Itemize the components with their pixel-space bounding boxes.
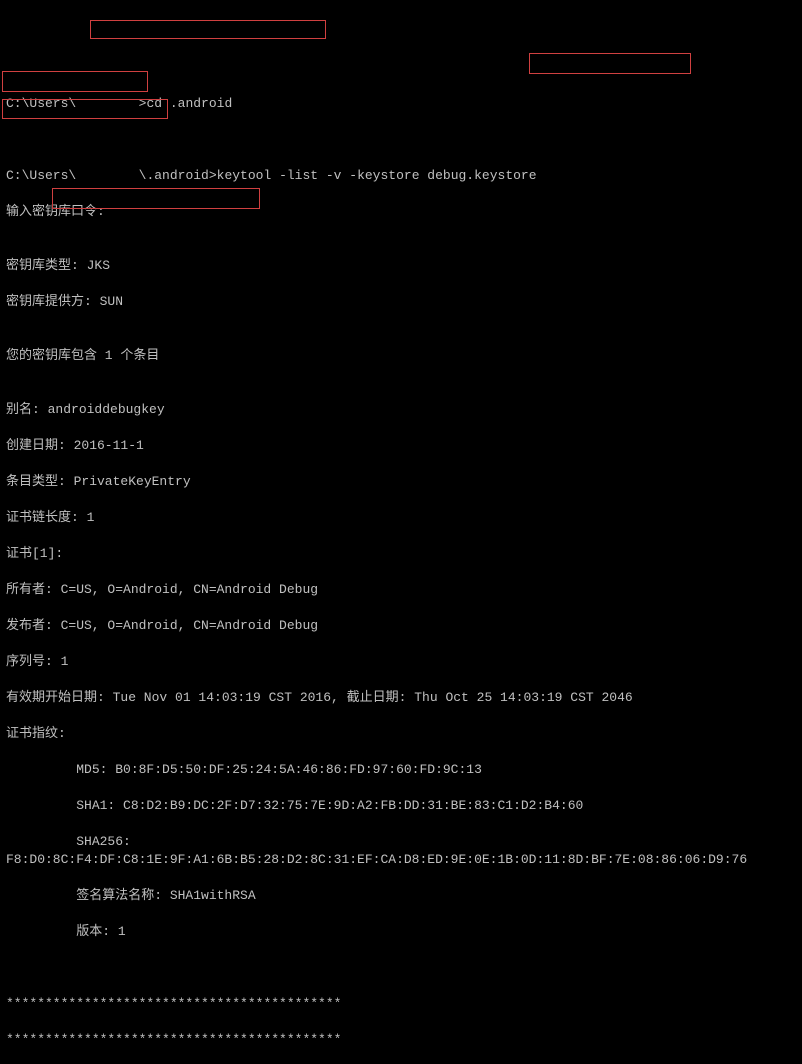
blank-line	[6, 131, 796, 149]
redacted-user	[76, 96, 138, 111]
keystore-type: 密钥库类型: JKS	[6, 257, 796, 275]
prompt-path: C:\Users\	[6, 96, 76, 111]
serial-number: 序列号: 1	[6, 653, 796, 671]
sha1-fingerprint: SHA1: C8:D2:B9:DC:2F:D7:32:75:7E:9D:A2:F…	[6, 797, 796, 815]
terminal-output: C:\Users\ >cd .android C:\Users\ \.andro…	[0, 72, 802, 1064]
prompt-path: C:\Users\	[6, 168, 76, 183]
cmd-line-2: C:\Users\ \.android>keytool -list -v -ke…	[6, 167, 796, 185]
certificate-index: 证书[1]:	[6, 545, 796, 563]
cmd-line-1: C:\Users\ >cd .android	[6, 95, 796, 113]
prompt-android: \.android>	[139, 168, 217, 183]
creation-date: 创建日期: 2016-11-1	[6, 437, 796, 455]
md5-fingerprint: MD5: B0:8F:D5:50:DF:25:24:5A:46:86:FD:97…	[6, 761, 796, 779]
entry-type: 条目类型: PrivateKeyEntry	[6, 473, 796, 491]
enter-password-prompt: 输入密钥库口令:	[6, 203, 796, 221]
validity-period: 有效期开始日期: Tue Nov 01 14:03:19 CST 2016, 截…	[6, 689, 796, 707]
cert-chain-length: 证书链长度: 1	[6, 509, 796, 527]
version: 版本: 1	[6, 923, 796, 941]
alias-line: 别名: androiddebugkey	[6, 401, 796, 419]
owner: 所有者: C=US, O=Android, CN=Android Debug	[6, 581, 796, 599]
separator-stars: ****************************************…	[6, 995, 796, 1013]
highlight-box	[90, 20, 326, 39]
signature-algorithm: 签名算法名称: SHA1withRSA	[6, 887, 796, 905]
keystore-entries: 您的密钥库包含 1 个条目	[6, 347, 796, 365]
redacted-user	[76, 168, 138, 183]
keystore-provider: 密钥库提供方: SUN	[6, 293, 796, 311]
alias-label: 别名:	[6, 402, 40, 417]
highlight-box	[529, 53, 691, 74]
separator-stars: ****************************************…	[6, 1031, 796, 1049]
issuer: 发布者: C=US, O=Android, CN=Android Debug	[6, 617, 796, 635]
cmd-keytool: keytool -list -v -keystore	[217, 168, 420, 183]
sha256-fingerprint: SHA256: F8:D0:8C:F4:DF:C8:1E:9F:A1:6B:B5…	[6, 833, 796, 869]
keystore-file: debug.keystore	[420, 168, 537, 183]
alias-value: androiddebugkey	[40, 402, 165, 417]
cmd-cd: cd .android	[146, 96, 232, 111]
cert-fingerprints-label: 证书指纹:	[6, 725, 796, 743]
